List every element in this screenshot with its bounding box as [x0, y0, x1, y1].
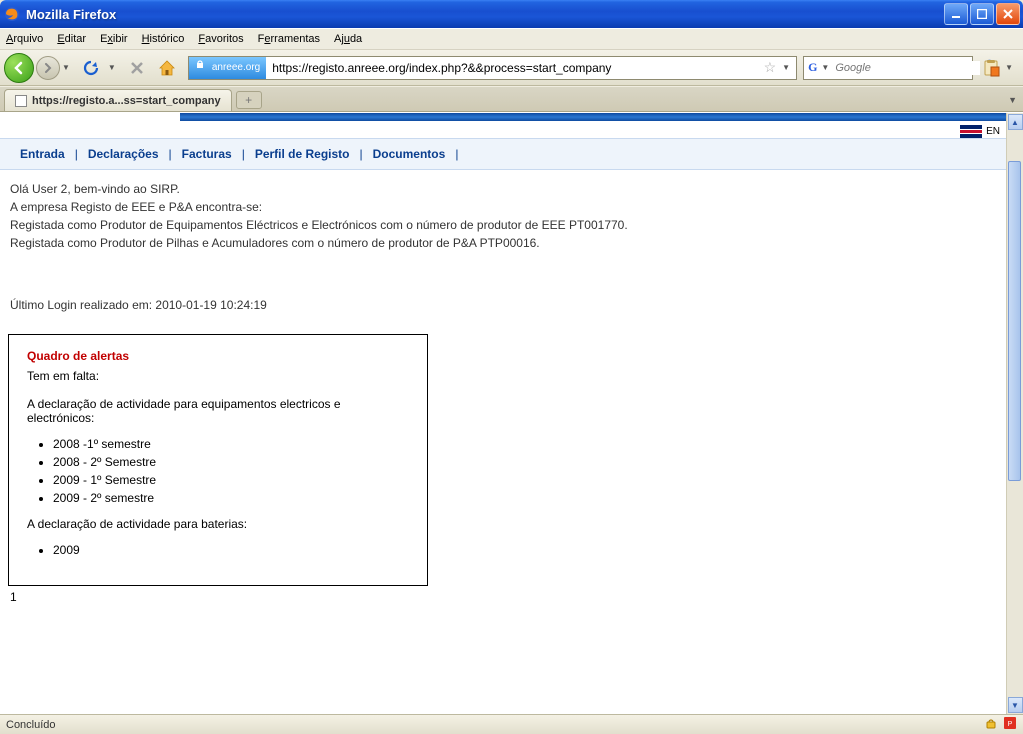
tab-bar: https://registo.a...ss=start_company + ▼: [0, 86, 1023, 112]
pdf-icon[interactable]: P: [1003, 716, 1017, 733]
secure-lock-icon: [985, 717, 997, 732]
window-title: Mozilla Firefox: [26, 7, 116, 22]
list-item: 2008 - 2º Semestre: [53, 455, 409, 469]
list-item: 2009: [53, 543, 409, 557]
search-engine-dropdown[interactable]: ▼: [821, 63, 829, 72]
alerts-section2-list: 2009: [53, 543, 409, 557]
scroll-up-button[interactable]: ▲: [1008, 114, 1023, 130]
alerts-panel: Quadro de alertas Tem em falta: A declar…: [8, 334, 428, 586]
back-button[interactable]: [4, 53, 34, 83]
scroll-thumb[interactable]: [1008, 161, 1021, 481]
nav-facturas[interactable]: Facturas: [182, 147, 232, 161]
nav-documentos[interactable]: Documentos: [373, 147, 446, 161]
alerts-section1-list: 2008 -1º semestre 2008 - 2º Semestre 200…: [53, 437, 409, 505]
minimize-button[interactable]: [944, 3, 968, 25]
scroll-track[interactable]: [1008, 131, 1023, 696]
search-box[interactable]: G ▼: [803, 56, 973, 80]
clipboard-button[interactable]: [979, 56, 1003, 80]
menu-ferramentas[interactable]: Ferramentas: [258, 33, 320, 45]
svg-text:P: P: [1008, 721, 1013, 728]
menu-exibir[interactable]: Exibir: [100, 33, 128, 45]
bookmark-star-icon[interactable]: ☆: [764, 59, 777, 76]
menu-favoritos[interactable]: Favoritos: [198, 33, 243, 45]
addon-dropdown[interactable]: ▼: [1005, 63, 1013, 72]
alerts-section1-label: A declaração de actividade para equipame…: [27, 397, 409, 425]
uk-flag-icon[interactable]: [960, 125, 982, 138]
url-input[interactable]: [266, 61, 763, 75]
alerts-section2-label: A declaração de actividade para baterias…: [27, 517, 409, 531]
vertical-scrollbar[interactable]: ▲ ▼: [1006, 113, 1023, 714]
stop-button[interactable]: [126, 57, 148, 79]
new-tab-button[interactable]: +: [236, 91, 262, 109]
header-stripe: [180, 113, 1006, 121]
last-login-text: Último Login realizado em: 2010-01-19 10…: [10, 298, 996, 312]
google-icon: G: [808, 60, 817, 75]
alerts-missing-label: Tem em falta:: [27, 369, 409, 383]
menubar: Arquivo Editar Exibir Histórico Favorito…: [0, 28, 1023, 50]
menu-arquivo[interactable]: Arquivo: [6, 33, 43, 45]
toolbar: ▼ ▼ anreee.org ☆ ▼ G ▼: [0, 50, 1023, 86]
language-code[interactable]: EN: [986, 126, 1000, 137]
maximize-button[interactable]: [970, 3, 994, 25]
footer-number: 1: [0, 590, 1006, 604]
menu-ajuda[interactable]: Ajuda: [334, 33, 362, 45]
list-item: 2009 - 2º semestre: [53, 491, 409, 505]
pa-registration-text: Registada como Produtor de Pilhas e Acum…: [10, 236, 996, 250]
scroll-down-button[interactable]: ▼: [1008, 697, 1023, 713]
url-bar[interactable]: anreee.org ☆ ▼: [188, 56, 797, 80]
nav-history-dropdown[interactable]: ▼: [62, 63, 70, 72]
page-content: EN Entrada| Declarações| Facturas| Perfi…: [0, 113, 1006, 714]
window-titlebar: Mozilla Firefox: [0, 0, 1023, 28]
forward-button[interactable]: [36, 56, 60, 80]
list-item: 2008 -1º semestre: [53, 437, 409, 451]
page-icon: [15, 95, 27, 107]
tab-title: https://registo.a...ss=start_company: [32, 95, 221, 107]
site-identity-label: anreee.org: [212, 62, 260, 73]
firefox-icon: [4, 6, 20, 22]
greeting-text: Olá User 2, bem-vindo ao SIRP.: [10, 182, 996, 196]
padlock-icon: [195, 59, 209, 76]
nav-perfil[interactable]: Perfil de Registo: [255, 147, 350, 161]
close-button[interactable]: [996, 3, 1020, 25]
url-dropdown[interactable]: ▼: [782, 63, 790, 72]
nav-declaracoes[interactable]: Declarações: [88, 147, 159, 161]
status-bar: Concluído P: [0, 714, 1023, 734]
list-item: 2009 - 1º Semestre: [53, 473, 409, 487]
reload-dropdown[interactable]: ▼: [108, 63, 116, 72]
alerts-title: Quadro de alertas: [27, 349, 409, 363]
nav-entrada[interactable]: Entrada: [20, 147, 65, 161]
company-status-intro: A empresa Registo de EEE e P&A encontra-…: [10, 200, 996, 214]
tab-list-dropdown[interactable]: ▼: [1008, 95, 1017, 105]
site-identity-badge[interactable]: anreee.org: [189, 57, 266, 79]
menu-historico[interactable]: Histórico: [142, 33, 185, 45]
tab-active[interactable]: https://registo.a...ss=start_company: [4, 89, 232, 111]
search-input[interactable]: [833, 61, 980, 75]
reload-button[interactable]: [80, 57, 102, 79]
eee-registration-text: Registada como Produtor de Equipamentos …: [10, 218, 996, 232]
status-text: Concluído: [6, 719, 56, 731]
menu-editar[interactable]: Editar: [57, 33, 86, 45]
site-nav: Entrada| Declarações| Facturas| Perfil d…: [0, 138, 1006, 170]
home-button[interactable]: [156, 57, 178, 79]
